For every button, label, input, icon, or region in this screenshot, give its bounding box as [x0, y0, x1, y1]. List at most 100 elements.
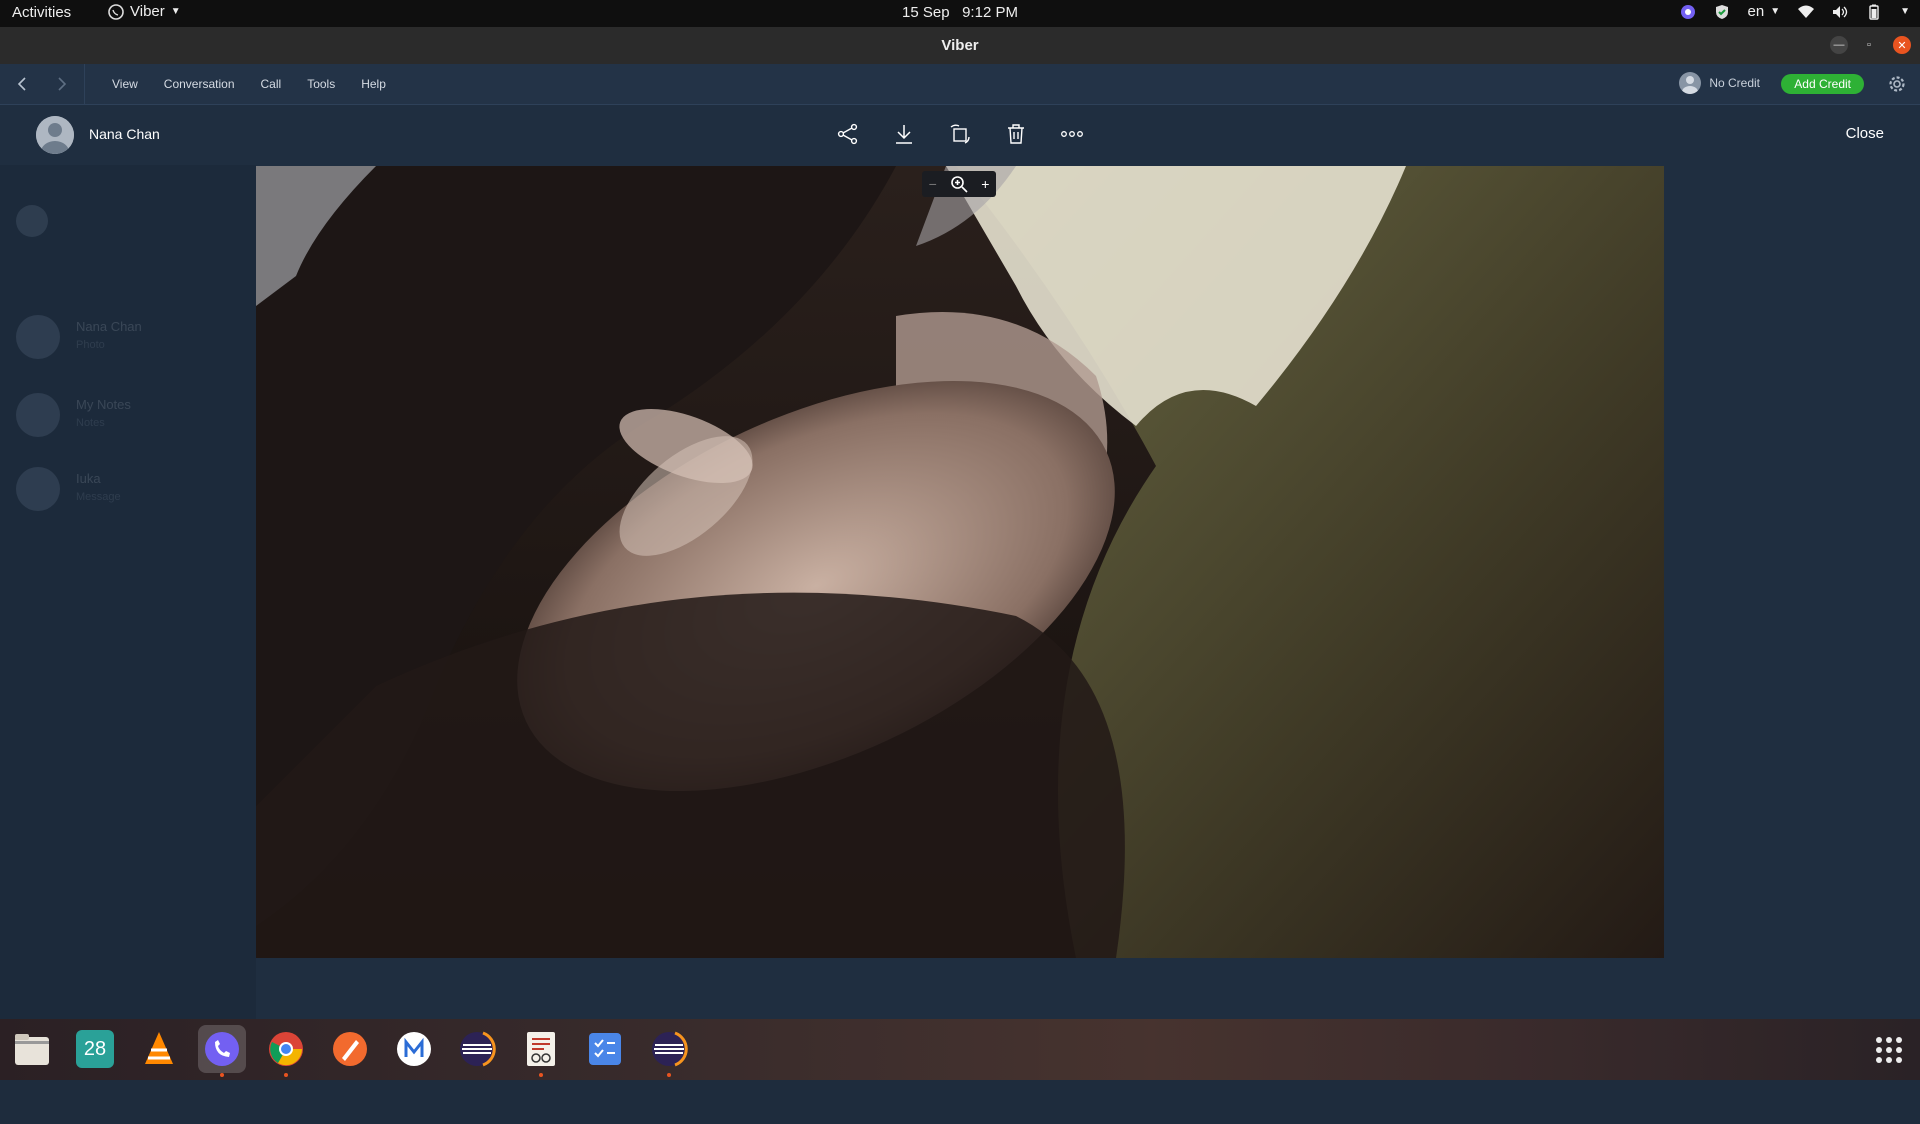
dock-markdown[interactable]: [390, 1025, 438, 1073]
rotate-icon: [950, 124, 970, 144]
close-window-button[interactable]: ✕: [1893, 36, 1911, 54]
list-item[interactable]: Nana Chan Photo: [0, 305, 256, 369]
viber-icon: [205, 1032, 239, 1066]
show-applications-icon[interactable]: [1876, 1037, 1902, 1063]
minimize-icon: —: [1833, 39, 1845, 51]
share-icon: [837, 123, 858, 145]
delete-button[interactable]: [1002, 120, 1030, 148]
download-icon: [896, 125, 912, 144]
close-icon: ✕: [1897, 39, 1907, 52]
dock: 28: [0, 1019, 1920, 1080]
menu-conversation[interactable]: Conversation: [164, 77, 235, 91]
minimize-button[interactable]: —: [1830, 36, 1848, 54]
pen-icon: [333, 1032, 367, 1066]
time-label: 9:12 PM: [962, 4, 1018, 21]
keyboard-layout-label: en: [1747, 3, 1765, 20]
account-avatar: [1679, 72, 1702, 94]
dock-files[interactable]: [8, 1025, 56, 1073]
wifi-icon[interactable]: [1798, 4, 1815, 20]
settings-button[interactable]: [1886, 73, 1908, 95]
viber-status-icon[interactable]: [1680, 4, 1696, 20]
app-body: Nana Chan Photo My Notes Notes Iuka Mess…: [0, 105, 1920, 1124]
list-item[interactable]: My Notes Notes: [0, 383, 256, 447]
rotate-button[interactable]: [946, 120, 974, 148]
dock-eclipse[interactable]: [453, 1025, 501, 1073]
restore-button[interactable]: ▫: [1860, 36, 1878, 54]
markdown-icon: [397, 1032, 431, 1066]
credit-account[interactable]: No Credit: [1679, 72, 1760, 94]
dock-eclipse-2[interactable]: [645, 1025, 693, 1077]
vlc-icon: [145, 1032, 173, 1064]
system-menu-chevron-icon[interactable]: ▼: [1900, 6, 1910, 17]
chrome-icon: [269, 1032, 303, 1066]
eclipse-icon: [460, 1031, 496, 1067]
keyboard-layout[interactable]: en ▼: [1748, 3, 1781, 20]
chat-preview: Message: [76, 491, 121, 503]
clock-button[interactable]: 15 Sep 9:12 PM: [902, 4, 1018, 21]
calendar-day: 28: [83, 1037, 107, 1060]
zoom-icon[interactable]: [950, 175, 968, 193]
window-title: Viber: [941, 37, 979, 54]
running-indicator: [284, 1073, 288, 1077]
compose-icon: [16, 205, 48, 237]
chat-name: Iuka: [76, 471, 101, 486]
activities-button[interactable]: Activities: [12, 4, 71, 21]
chat-name: My Notes: [76, 397, 131, 412]
chat-name: Nana Chan: [76, 319, 142, 334]
menu-call[interactable]: Call: [261, 77, 282, 91]
menu-bar: View Conversation Call Tools Help No Cre…: [0, 64, 1920, 105]
media-viewer-header: Nana Chan Close: [0, 105, 1920, 165]
restore-icon: ▫: [1867, 39, 1871, 51]
app-menu[interactable]: Viber ▼: [108, 3, 181, 20]
new-chat-row: [0, 195, 256, 259]
dock-draw[interactable]: [326, 1025, 374, 1073]
avatar[interactable]: [36, 116, 74, 154]
credit-label: No Credit: [1709, 76, 1760, 90]
dock-viber[interactable]: [198, 1025, 246, 1077]
chat-list-sidebar: Nana Chan Photo My Notes Notes Iuka Mess…: [0, 105, 256, 1019]
files-icon: [15, 1034, 49, 1065]
dock-document-viewer[interactable]: [517, 1025, 565, 1077]
close-viewer-button[interactable]: Close: [1846, 125, 1884, 142]
trash-icon: [1008, 124, 1024, 144]
dock-calendar[interactable]: 28: [71, 1025, 119, 1073]
more-icon: [1061, 131, 1083, 137]
zoom-out-button[interactable]: −: [929, 176, 937, 192]
calendar-icon: 28: [76, 1030, 114, 1068]
chevron-down-icon: ▼: [170, 6, 181, 17]
menu-tools[interactable]: Tools: [307, 77, 335, 91]
document-viewer-icon: [527, 1032, 555, 1066]
back-button[interactable]: [12, 74, 32, 94]
chevron-right-icon: [58, 77, 67, 91]
dock-chrome[interactable]: [262, 1025, 310, 1077]
window-titlebar: Viber — ▫ ✕: [0, 27, 1920, 65]
gear-icon: [1889, 76, 1905, 92]
dock-tasks[interactable]: [581, 1025, 629, 1073]
battery-icon[interactable]: [1866, 4, 1882, 20]
share-button[interactable]: [834, 120, 862, 148]
dock-vlc[interactable]: [135, 1025, 183, 1073]
running-indicator: [539, 1073, 543, 1077]
zoom-control: − +: [922, 171, 996, 197]
menu-items: View Conversation Call Tools Help: [112, 77, 386, 91]
contact-name[interactable]: Nana Chan: [89, 126, 160, 142]
eclipse-icon: [652, 1031, 688, 1067]
download-button[interactable]: [890, 120, 918, 148]
menu-view[interactable]: View: [112, 77, 138, 91]
volume-icon[interactable]: [1832, 4, 1848, 20]
running-indicator: [667, 1073, 671, 1077]
viber-tray-icon: [108, 3, 124, 20]
tasks-icon: [589, 1033, 621, 1065]
photo-view[interactable]: [256, 166, 1664, 958]
add-credit-button[interactable]: Add Credit: [1781, 74, 1864, 94]
more-options-button[interactable]: [1058, 120, 1086, 148]
menu-help[interactable]: Help: [361, 77, 386, 91]
zoom-in-button[interactable]: +: [981, 176, 989, 192]
shield-icon[interactable]: [1714, 4, 1730, 20]
list-item[interactable]: Iuka Message: [0, 457, 256, 521]
forward-button[interactable]: [52, 74, 72, 94]
avatar: [16, 315, 60, 359]
chevron-left-icon: [17, 77, 26, 91]
avatar: [16, 467, 60, 511]
running-indicator: [220, 1073, 224, 1077]
